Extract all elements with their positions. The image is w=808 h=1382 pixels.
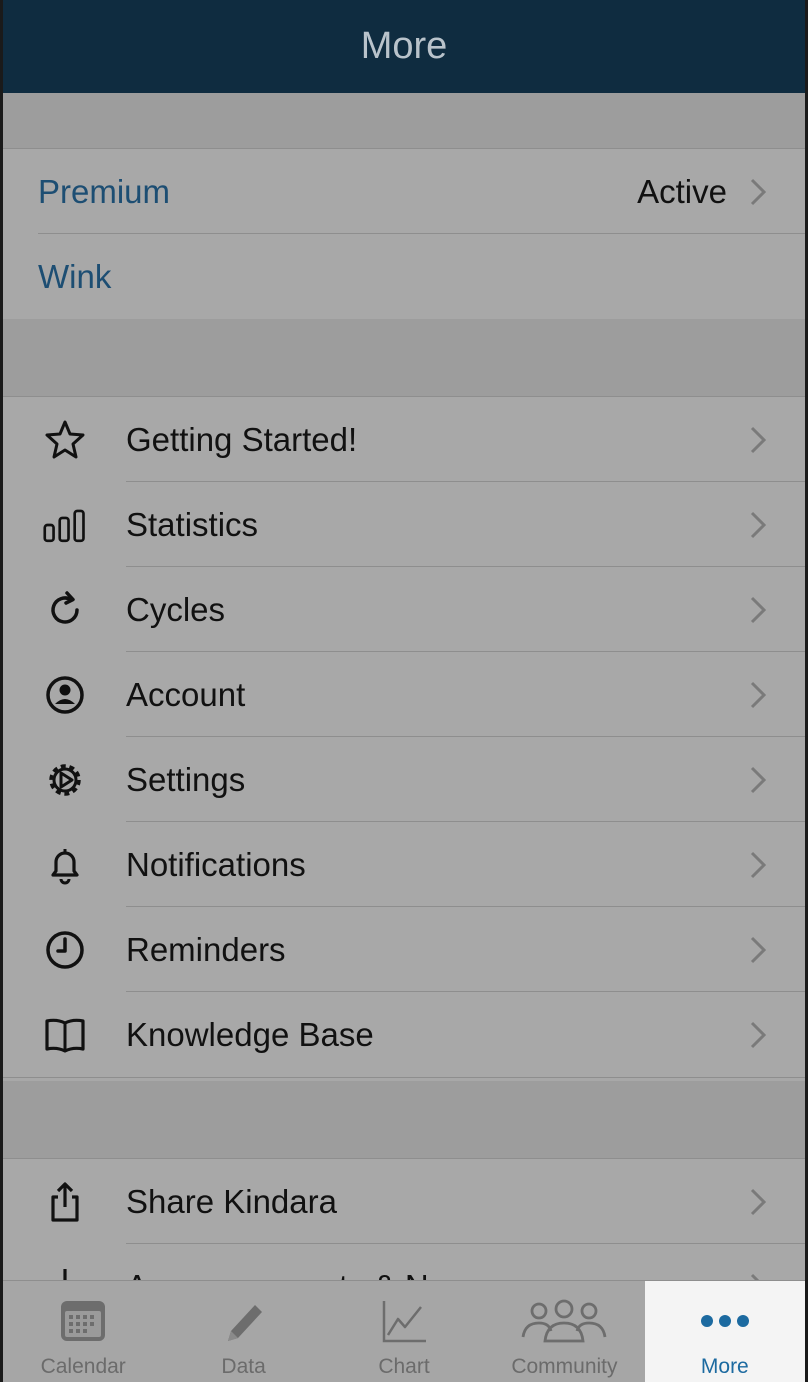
menu-item-notifications[interactable]: Notifications bbox=[3, 822, 805, 907]
tab-label: Data bbox=[221, 1355, 266, 1378]
menu-item-label: Statistics bbox=[126, 505, 259, 543]
clock-icon bbox=[46, 930, 84, 969]
chevron-right-icon bbox=[750, 851, 767, 878]
menu-item-label: Settings bbox=[126, 760, 246, 798]
menu-item-knowledge-base[interactable]: Knowledge Base bbox=[3, 992, 805, 1077]
menu-item-label: Premium bbox=[38, 172, 171, 210]
premium-section: Premium Active Wink bbox=[3, 149, 805, 320]
menu-item-reminders[interactable]: Reminders bbox=[3, 907, 805, 992]
tab-bar: Calendar Data Chart Community More bbox=[3, 1280, 806, 1382]
tab-more[interactable]: More bbox=[644, 1281, 806, 1382]
calendar-icon bbox=[61, 1301, 106, 1341]
people-icon bbox=[522, 1299, 607, 1343]
tab-calendar[interactable]: Calendar bbox=[3, 1281, 163, 1382]
menu-item-label: Wink bbox=[38, 257, 112, 295]
chevron-right-icon bbox=[750, 596, 767, 623]
menu-item-settings[interactable]: Settings bbox=[3, 737, 805, 822]
share-icon bbox=[51, 1181, 79, 1222]
menu-item-account[interactable]: Account bbox=[3, 652, 805, 737]
tab-label: Calendar bbox=[40, 1355, 126, 1378]
user-circle-icon bbox=[46, 675, 84, 714]
menu-item-getting-started[interactable]: Getting Started! bbox=[3, 397, 805, 482]
chevron-right-icon bbox=[750, 426, 767, 453]
menu-item-wink[interactable]: Wink bbox=[3, 234, 805, 319]
tab-label: Community bbox=[511, 1355, 618, 1378]
tab-chart[interactable]: Chart bbox=[324, 1281, 484, 1382]
menu-item-label: Cycles bbox=[126, 590, 226, 628]
menu-item-premium[interactable]: Premium Active bbox=[3, 149, 805, 234]
menu-item-cycles[interactable]: Cycles bbox=[3, 567, 805, 652]
tab-community[interactable]: Community bbox=[484, 1281, 644, 1382]
menu-item-label: Share Kindara bbox=[126, 1182, 337, 1220]
refresh-icon bbox=[51, 590, 79, 624]
chevron-right-icon bbox=[750, 511, 767, 538]
page-title: More bbox=[360, 25, 448, 67]
premium-status-value: Active bbox=[637, 172, 727, 210]
chevron-right-icon bbox=[750, 1188, 767, 1215]
menu-item-share-kindara[interactable]: Share Kindara bbox=[3, 1159, 805, 1244]
line-chart-icon bbox=[382, 1301, 427, 1343]
section-spacer bbox=[3, 319, 805, 397]
book-icon bbox=[45, 1018, 85, 1053]
section-spacer bbox=[3, 93, 805, 149]
chevron-right-icon bbox=[750, 178, 767, 205]
bar-chart-icon bbox=[43, 509, 85, 542]
menu-item-label: Reminders bbox=[126, 930, 286, 968]
bell-icon bbox=[51, 848, 79, 884]
menu-item-statistics[interactable]: Statistics bbox=[3, 482, 805, 567]
tab-data[interactable]: Data bbox=[163, 1281, 323, 1382]
tab-label: Chart bbox=[378, 1355, 430, 1378]
star-icon bbox=[45, 420, 85, 458]
gear-icon bbox=[49, 763, 81, 796]
section-spacer bbox=[3, 1081, 805, 1159]
chevron-right-icon bbox=[750, 681, 767, 708]
chevron-right-icon bbox=[750, 766, 767, 793]
menu-item-label: Knowledge Base bbox=[126, 1015, 374, 1053]
chevron-right-icon bbox=[750, 936, 767, 963]
menu-item-label: Account bbox=[126, 675, 246, 713]
chevron-right-icon bbox=[750, 1021, 767, 1048]
menu-item-label: Notifications bbox=[126, 845, 306, 883]
main-menu-section: Getting Started! Statistics Cycles Accou… bbox=[3, 397, 805, 1078]
menu-item-label: Getting Started! bbox=[126, 420, 358, 458]
navigation-bar: More bbox=[3, 0, 805, 93]
tab-label: More bbox=[700, 1355, 749, 1378]
more-dots-icon bbox=[700, 1315, 749, 1327]
pencil-icon bbox=[227, 1305, 262, 1341]
